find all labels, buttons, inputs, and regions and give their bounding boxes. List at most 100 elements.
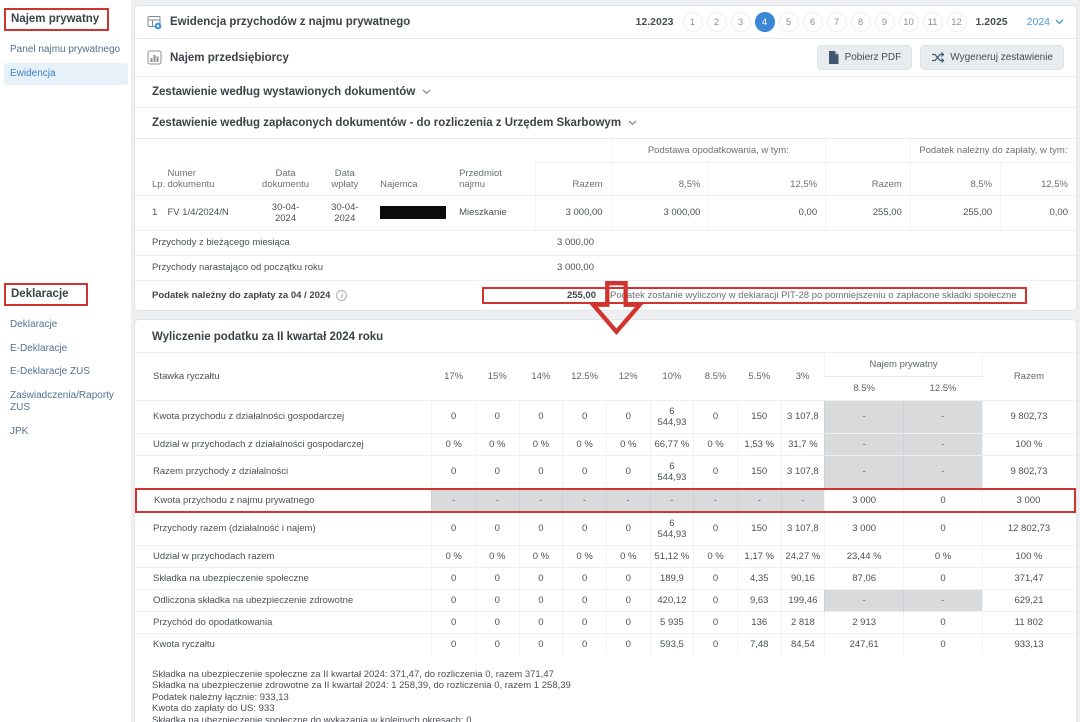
cell: 12 802,73 (982, 512, 1075, 546)
cell: 247,61 (825, 633, 904, 655)
sidebar-item-za-wiadczenia-raporty-zus[interactable]: Zaświadczenia/Raporty ZUS (4, 385, 128, 420)
cell: 0 % (475, 545, 519, 567)
column-header-przedmiot-najmu-5: Przedmiot najmu (451, 163, 536, 196)
cell: 0 (432, 567, 476, 589)
cell: 0 % (519, 545, 563, 567)
sidebar-nav-deklaracje: DeklaracjeE-DeklaracjeE-Deklaracje ZUSZa… (4, 314, 128, 443)
cell: - (825, 589, 904, 611)
cell: 31,7 % (781, 433, 825, 455)
cell: 150 (737, 455, 781, 489)
cell: 0 (694, 589, 738, 611)
pagination-next-year[interactable]: 1.2025 (976, 16, 1008, 28)
cell: 0 (694, 400, 738, 433)
cell: 0 (606, 400, 650, 433)
pagination-month-7[interactable]: 7 (827, 12, 847, 32)
row-label: Odliczona składka na ubezpieczenie zdrow… (136, 589, 432, 611)
rate-header-12-5: 12.5% (563, 352, 607, 400)
sidebar-item-jpk[interactable]: JPK (4, 421, 128, 444)
pagination-months: 123456789101112 (683, 12, 967, 32)
cell: 100 % (982, 545, 1075, 567)
cell-najemca (372, 195, 451, 230)
generate-report-button[interactable]: Wygeneruj zestawienie (920, 45, 1064, 70)
pagination-month-8[interactable]: 8 (851, 12, 871, 32)
cell: - (737, 489, 781, 512)
cell-p125: 0,00 (709, 195, 826, 230)
row-label: Udział w przychodach z działalności gosp… (136, 433, 432, 455)
column-header-8-5-10: 8,5% (910, 163, 1000, 196)
section-issued-documents[interactable]: Zestawienie według wystawionych dokument… (135, 77, 1076, 108)
cell: 0 (904, 611, 983, 633)
summary-value: 255,00 (492, 290, 596, 301)
pagination-month-6[interactable]: 6 (803, 12, 823, 32)
footer-line: Składka na ubezpieczenie zdrowotne za II… (152, 680, 1059, 692)
cell: 100 % (982, 433, 1075, 455)
table2-row-przych-d-do-opodatkowania: Przychód do opodatkowania000005 93501362… (136, 611, 1075, 633)
download-pdf-button[interactable]: Pobierz PDF (817, 45, 913, 70)
summary-label: Podatek należny do zapłaty za 04 / 2024i (152, 290, 482, 301)
sidebar-item-e-deklaracje[interactable]: E-Deklaracje (4, 338, 128, 361)
sidebar-section-title-najem-prywatny: Najem prywatny (4, 8, 109, 31)
column-header-razem-9: Razem (826, 163, 911, 196)
cell: 150 (737, 400, 781, 433)
table2-row-odliczona-sk-adka-na-ubezpieczenie-zdrowotne: Odliczona składka na ubezpieczenie zdrow… (136, 589, 1075, 611)
cell: 0 (519, 567, 563, 589)
sidebar-item-deklaracje[interactable]: Deklaracje (4, 314, 128, 337)
rate-header-12: 12% (606, 352, 650, 400)
cell: 0 (904, 567, 983, 589)
sidebar-item-ewidencja[interactable]: Ewidencja (4, 63, 128, 86)
cell: 0 (432, 589, 476, 611)
table2-header-row1: Stawka ryczałtu17%15%14%12.5%12%10%8.5%5… (136, 352, 1075, 376)
cell: 9,63 (737, 589, 781, 611)
pagination-month-1[interactable]: 1 (683, 12, 703, 32)
cell: - (694, 489, 738, 512)
summary-value: 3 000,00 (482, 262, 594, 273)
cell: 593,5 (650, 633, 694, 655)
pagination-month-12[interactable]: 12 (947, 12, 967, 32)
summary-row-przychody-z-bie-cego-miesi-ca: Przychody z bieżącego miesiąca3 000,00 (135, 230, 1076, 255)
column-header-data-dokumentu-2: Data dokumentu (254, 163, 318, 196)
rate-header-17: 17% (432, 352, 476, 400)
cell: 0 (563, 512, 607, 546)
cell: - (475, 489, 519, 512)
pagination-month-11[interactable]: 11 (923, 12, 943, 32)
pagination-month-4[interactable]: 4 (755, 12, 775, 32)
page-title: Ewidencja przychodów z najmu prywatnego (170, 16, 410, 28)
section-paid-documents[interactable]: Zestawienie według zapłaconych dokumentó… (135, 108, 1076, 139)
row-label: Razem przychody z działalności (136, 455, 432, 489)
summary-label: Przychody narastająco od początku roku (152, 262, 482, 273)
year-selector[interactable]: 2024 (1027, 16, 1064, 28)
cell: 0 % (694, 545, 738, 567)
cell-t125: 0,00 (1001, 195, 1076, 230)
row-label: Kwota ryczałtu (136, 633, 432, 655)
info-icon[interactable]: i (336, 290, 347, 301)
pagination-prev-year[interactable]: 12.2023 (636, 16, 674, 28)
cell: 0 % (519, 433, 563, 455)
card2-footer-summary: Składka na ubezpieczenie społeczne za II… (135, 655, 1076, 722)
sidebar-item-e-deklaracje-zus[interactable]: E-Deklaracje ZUS (4, 361, 128, 384)
redacted-tenant-name (380, 206, 446, 219)
cell: - (781, 489, 825, 512)
table2-row-kwota-przychodu-z-dzia-alno-ci-gospodarczej: Kwota przychodu z działalności gospodarc… (136, 400, 1075, 433)
pagination-month-10[interactable]: 10 (899, 12, 919, 32)
cell: 6 544,93 (650, 455, 694, 489)
pagination-month-2[interactable]: 2 (707, 12, 727, 32)
pagination-month-5[interactable]: 5 (779, 12, 799, 32)
month-pagination: 12.2023 123456789101112 1.2025 2024 (631, 12, 1064, 32)
pagination-month-9[interactable]: 9 (875, 12, 895, 32)
najem-prywatny-group-header: Najem prywatny (825, 352, 983, 376)
cell: 0 (475, 567, 519, 589)
cell: - (904, 455, 983, 489)
sidebar-item-panel-najmu-prywatnego[interactable]: Panel najmu prywatnego (4, 39, 128, 62)
cell: 0 (475, 589, 519, 611)
cell: 3 000 (825, 512, 904, 546)
cell: 0 (563, 589, 607, 611)
footer-line: Podatek należny łącznie: 933,13 (152, 692, 1059, 704)
pagination-month-3[interactable]: 3 (731, 12, 751, 32)
summary-label: Przychody z bieżącego miesiąca (152, 237, 482, 248)
cell: 0 (519, 611, 563, 633)
cell-numer: FV 1/4/2024/N (159, 195, 253, 230)
document-row: 1FV 1/4/2024/N30-04-202430-04-2024Mieszk… (135, 195, 1076, 230)
cell: 0 (694, 611, 738, 633)
column-header-lp-0: Lp. (135, 163, 159, 196)
cell: 629,21 (982, 589, 1075, 611)
